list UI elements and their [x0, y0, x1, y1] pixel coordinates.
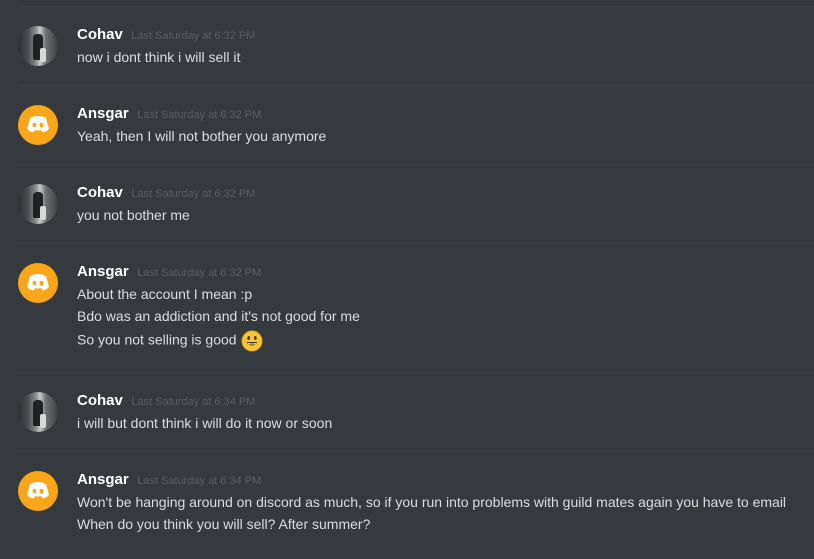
timestamp: Last Saturday at 6:34 PM — [131, 396, 256, 408]
message-group: Cohav Last Saturday at 6:32 PM you not b… — [0, 184, 814, 244]
user-avatar[interactable] — [18, 105, 58, 145]
avatar-figure-leg — [40, 206, 46, 220]
message-divider — [20, 85, 814, 86]
message-header: Cohav Last Saturday at 6:34 PM — [77, 392, 255, 410]
message-header: Ansgar Last Saturday at 6:34 PM — [77, 471, 261, 489]
timestamp: Last Saturday at 6:32 PM — [137, 109, 262, 121]
message-group: Ansgar Last Saturday at 6:34 PM Won't be… — [0, 471, 814, 551]
message-header: Cohav Last Saturday at 6:32 PM — [77, 26, 255, 44]
message-group: Cohav Last Saturday at 6:34 PM i will bu… — [0, 392, 814, 452]
message-group: Ansgar Last Saturday at 6:32 PM Yeah, th… — [0, 105, 814, 165]
username[interactable]: Ansgar — [77, 263, 129, 280]
message-divider — [20, 164, 814, 165]
message-divider — [20, 243, 814, 244]
message-text: now i dont think i will sell it — [77, 49, 241, 65]
message-text: About the account I mean :p — [77, 286, 253, 302]
message-group: Ansgar Last Saturday at 6:32 PM About th… — [0, 263, 814, 373]
username[interactable]: Ansgar — [77, 105, 129, 122]
discord-logo-icon — [27, 274, 49, 291]
message-text-content: So you not selling is good — [77, 331, 237, 348]
discord-logo-icon — [27, 482, 49, 499]
username[interactable]: Ansgar — [77, 471, 129, 488]
message-header: Cohav Last Saturday at 6:32 PM — [77, 184, 255, 202]
timestamp: Last Saturday at 6:32 PM — [131, 30, 256, 42]
message-divider — [20, 372, 814, 373]
discord-logo-icon — [27, 116, 49, 133]
message-text: Won't be hanging around on discord as mu… — [77, 494, 787, 510]
user-avatar[interactable] — [18, 184, 58, 224]
message-text: Bdo was an addiction and it's not good f… — [77, 308, 360, 324]
user-avatar[interactable] — [18, 263, 58, 303]
timestamp: Last Saturday at 6:32 PM — [137, 267, 262, 279]
message-text: you not bother me — [77, 207, 190, 223]
user-avatar[interactable] — [18, 26, 58, 66]
message-divider — [20, 6, 814, 7]
timestamp: Last Saturday at 6:32 PM — [131, 188, 256, 200]
smiley-emoji-icon[interactable] — [241, 330, 263, 352]
user-avatar[interactable] — [18, 471, 58, 511]
message-text: So you not selling is good — [77, 330, 263, 352]
message-header: Ansgar Last Saturday at 6:32 PM — [77, 105, 261, 123]
username[interactable]: Cohav — [77, 392, 123, 409]
message-text: Yeah, then I will not bother you anymore — [77, 128, 327, 144]
message-text: i will but dont think i will do it now o… — [77, 415, 333, 431]
message-group: Cohav Last Saturday at 6:32 PM now i don… — [0, 26, 814, 86]
username[interactable]: Cohav — [77, 184, 123, 201]
chat-messages: Cohav Last Saturday at 6:32 PM now i don… — [0, 0, 814, 559]
username[interactable]: Cohav — [77, 26, 123, 43]
avatar-figure-leg — [40, 414, 46, 428]
message-header: Ansgar Last Saturday at 6:32 PM — [77, 263, 261, 281]
user-avatar[interactable] — [18, 392, 58, 432]
avatar-figure-leg — [40, 48, 46, 62]
timestamp: Last Saturday at 6:34 PM — [137, 475, 262, 487]
message-divider — [20, 451, 814, 452]
message-text: When do you think you will sell? After s… — [77, 516, 371, 532]
